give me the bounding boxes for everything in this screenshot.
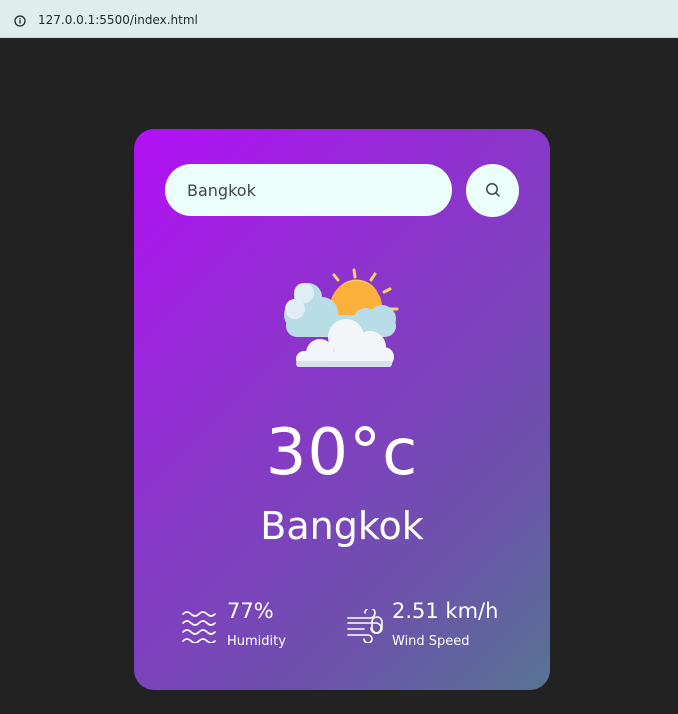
- partly-cloudy-icon: [284, 268, 399, 367]
- humidity-icon: [182, 611, 216, 643]
- info-icon[interactable]: [14, 15, 26, 27]
- city-name: Bangkok: [260, 504, 424, 548]
- weather-card: 30°c Bangkok 77% Humidity: [134, 129, 550, 690]
- wind-detail: 2.51 km/h Wind Speed: [346, 597, 536, 653]
- humidity-label: Humidity: [227, 634, 286, 649]
- humidity-detail: 77% Humidity: [181, 597, 331, 653]
- browser-address-bar: 127.0.0.1:5500/index.html: [0, 0, 678, 38]
- url-field[interactable]: 127.0.0.1:5500/index.html: [4, 4, 672, 32]
- wind-speed-label: Wind Speed: [392, 634, 470, 649]
- humidity-value: 77%: [227, 599, 274, 623]
- search-icon: [486, 183, 500, 197]
- search-button[interactable]: [466, 164, 519, 217]
- wind-speed-value: 2.51 km/h: [392, 599, 499, 623]
- wind-icon: [347, 609, 383, 643]
- city-search-input[interactable]: [165, 164, 452, 216]
- temperature: 30°c: [265, 416, 419, 490]
- url-text[interactable]: 127.0.0.1:5500/index.html: [38, 13, 198, 27]
- page-body: 30°c Bangkok 77% Humidity: [0, 38, 678, 714]
